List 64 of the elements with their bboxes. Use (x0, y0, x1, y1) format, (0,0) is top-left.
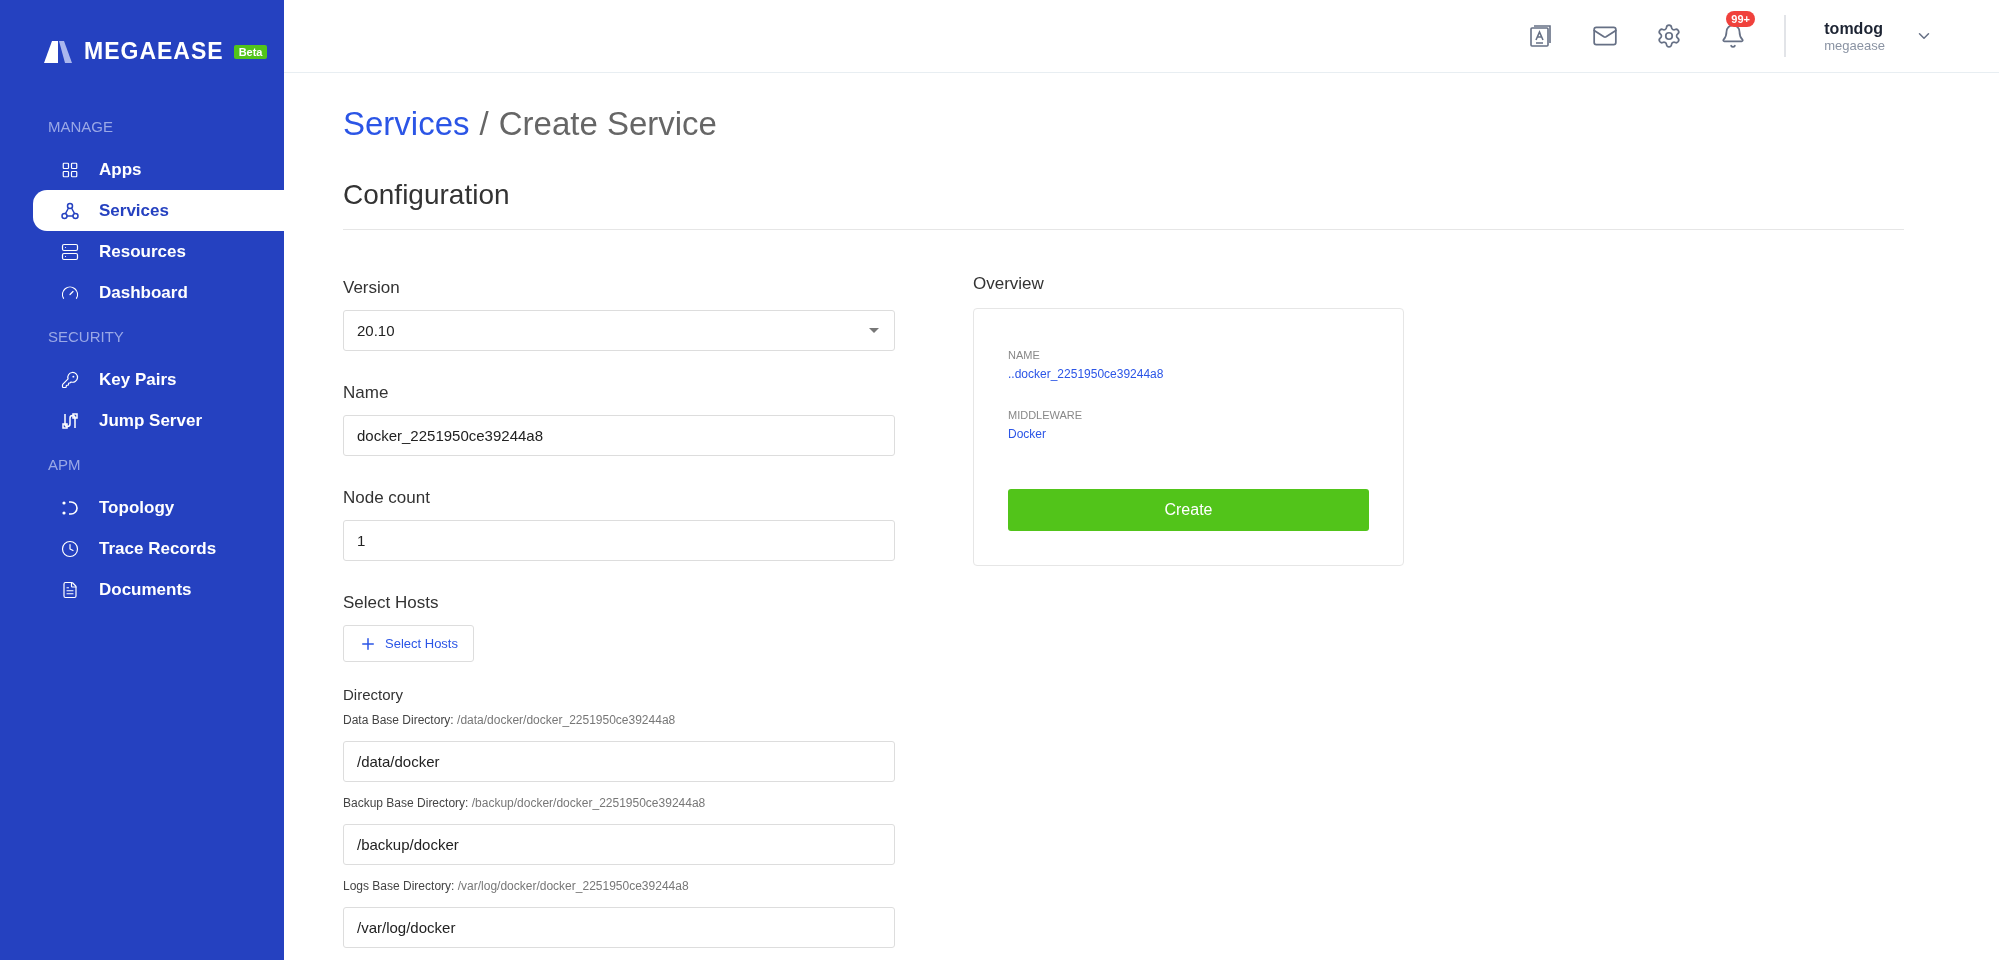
overview-value: ..docker_2251950ce39244a8 (1008, 367, 1165, 381)
page-title: Create Service (498, 105, 717, 143)
directory-label: Directory (343, 686, 404, 703)
sidebar-item[interactable]: Topology (33, 487, 284, 528)
bell-icon[interactable] (1720, 23, 1747, 49)
version-select[interactable]: 20.10 (343, 310, 895, 351)
overview-label: MIDDLEWARE (1008, 409, 1084, 421)
sidebar-item-label: Key Pairs (99, 369, 177, 390)
sidebar-item[interactable]: Documents (33, 569, 284, 610)
sidebar-item-label: Resources (99, 241, 186, 262)
select-hosts-button[interactable]: Select Hosts (343, 625, 474, 662)
sidebar-item[interactable]: Resources (33, 231, 284, 272)
grid-icon (61, 160, 79, 179)
user-org: megaease (1824, 37, 1885, 53)
key-icon (61, 370, 79, 389)
directory-hint: Logs Base Directory: /var/log/docker/docker_2251950ce39244a8 (343, 879, 690, 893)
breadcrumb-link[interactable]: Services (343, 105, 470, 143)
field-label: Version (343, 278, 401, 298)
user-name: tomdog (1824, 19, 1883, 38)
mail-icon[interactable] (1592, 23, 1619, 49)
clock-icon (61, 539, 79, 558)
sidebar-item-label: Trace Records (99, 538, 217, 559)
sidebar-item-label: Documents (99, 579, 192, 600)
input-field[interactable]: 1 (343, 520, 895, 561)
overview-label: NAME (1008, 349, 1041, 361)
dotted-arc-icon (61, 498, 79, 517)
sidebar-item[interactable]: Jump Server (33, 400, 284, 441)
notification-badge: 99+ (1726, 11, 1755, 27)
input-field[interactable]: /backup/docker (343, 824, 895, 865)
input-field[interactable]: docker_2251950ce39244a8 (343, 415, 895, 456)
sidebar-item[interactable]: Key Pairs (33, 359, 284, 400)
breadcrumb-separator: / (479, 105, 489, 143)
caret-icon (868, 326, 880, 335)
directory-hint: Data Base Directory: /data/docker/docker_2251950ce39244a8 (343, 713, 677, 727)
input-field[interactable]: /var/log/docker (343, 907, 895, 948)
sidebar-item[interactable]: Apps (33, 149, 284, 190)
server-icon (61, 242, 79, 261)
sidebar-item-label: Dashboard (99, 282, 188, 303)
nodes-icon (61, 201, 79, 220)
document-icon (61, 580, 79, 599)
field-label: Node count (343, 488, 431, 508)
input-field[interactable]: /data/docker (343, 741, 895, 782)
settings-icon[interactable] (1656, 23, 1683, 49)
sidebar-item[interactable]: Trace Records (33, 528, 284, 569)
section-title: MANAGE (47, 117, 114, 137)
section-title: APM (47, 455, 82, 475)
gauge-icon (61, 283, 79, 302)
section-title: SECURITY (47, 327, 125, 347)
logo-text: MEGAEASE (84, 38, 224, 65)
overview-title: Overview (973, 274, 1045, 294)
sidebar-item-label: Services (99, 200, 169, 221)
field-label: Select Hosts (343, 593, 440, 613)
field-label: Name (343, 383, 390, 403)
directory-hint: Backup Base Directory: /backup/docker/docker_2251950ce39244a8 (343, 796, 707, 810)
logo-icon (44, 40, 74, 63)
sidebar-item-label: Jump Server (99, 410, 202, 431)
sidebar-item-label: Apps (99, 159, 142, 180)
sidebar-item[interactable]: Dashboard (33, 272, 284, 313)
sidebar-item-label: Topology (99, 497, 175, 518)
sidebar-item[interactable]: Services (33, 190, 284, 231)
overview-value: Docker (1008, 427, 1047, 441)
beta-badge: Beta (233, 44, 268, 59)
section-heading: Configuration (343, 179, 1904, 230)
connector-icon (61, 411, 79, 430)
